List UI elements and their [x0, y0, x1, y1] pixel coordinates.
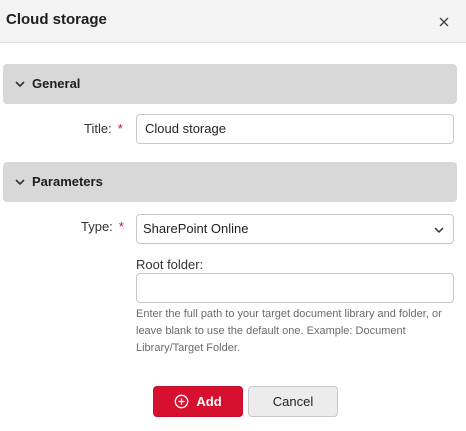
root-folder-input[interactable]: [136, 273, 454, 303]
type-select-value: SharePoint Online: [143, 221, 249, 236]
section-general-header[interactable]: General: [3, 64, 457, 104]
chevron-down-icon: [15, 179, 25, 186]
title-input-value: Cloud storage: [145, 121, 226, 136]
cancel-button[interactable]: Cancel: [248, 386, 338, 417]
dialog-header: Cloud storage: [0, 0, 466, 43]
close-button[interactable]: [434, 12, 454, 32]
plus-circle-icon: [175, 394, 189, 409]
type-select[interactable]: SharePoint Online: [136, 214, 454, 244]
chevron-down-icon: [15, 81, 25, 88]
section-parameters-header[interactable]: Parameters: [3, 162, 457, 202]
required-mark: *: [118, 219, 124, 234]
title-label: Title: *: [84, 121, 123, 136]
type-label-text: Type:: [81, 219, 113, 234]
required-mark: *: [117, 121, 123, 136]
close-icon: [439, 17, 449, 27]
title-input[interactable]: Cloud storage: [136, 114, 454, 144]
root-folder-label: Root folder:: [136, 257, 204, 272]
title-label-text: Title:: [84, 121, 112, 136]
chevron-down-icon: [434, 227, 444, 234]
add-button-label: Add: [196, 394, 222, 409]
root-folder-help-text: Enter the full path to your target docum…: [136, 308, 442, 354]
cancel-button-label: Cancel: [272, 394, 314, 409]
dialog-title: Cloud storage: [6, 11, 107, 28]
section-parameters-label: Parameters: [32, 174, 103, 189]
type-label: Type: *: [81, 219, 124, 234]
add-button[interactable]: Add: [153, 386, 243, 417]
section-general-label: General: [32, 76, 81, 91]
